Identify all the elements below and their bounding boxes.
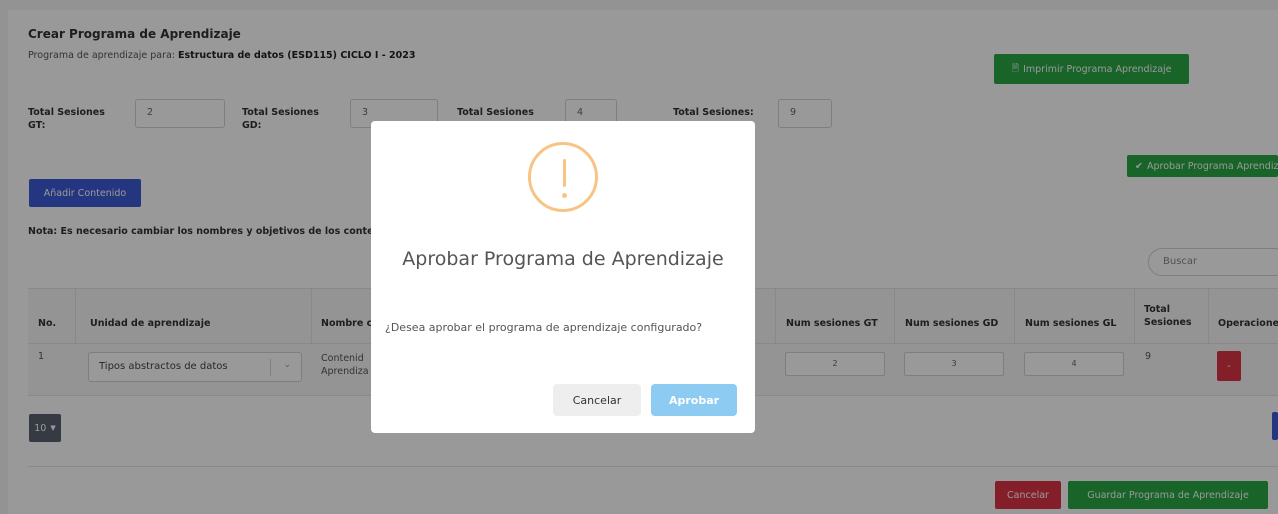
- warning-icon-dot: [562, 193, 567, 198]
- approve-dialog: Aprobar Programa de Aprendizaje ¿Desea a…: [371, 121, 755, 433]
- page: Crear Programa de Aprendizaje Programa d…: [0, 0, 1278, 514]
- dialog-approve-button[interactable]: Aprobar: [651, 384, 737, 416]
- dialog-cancel-button[interactable]: Cancelar: [553, 384, 641, 416]
- warning-icon: [528, 142, 598, 212]
- dialog-title: Aprobar Programa de Aprendizaje: [402, 248, 724, 270]
- dialog-message: ¿Desea aprobar el programa de aprendizaj…: [385, 321, 703, 334]
- warning-icon-bar: [563, 159, 566, 187]
